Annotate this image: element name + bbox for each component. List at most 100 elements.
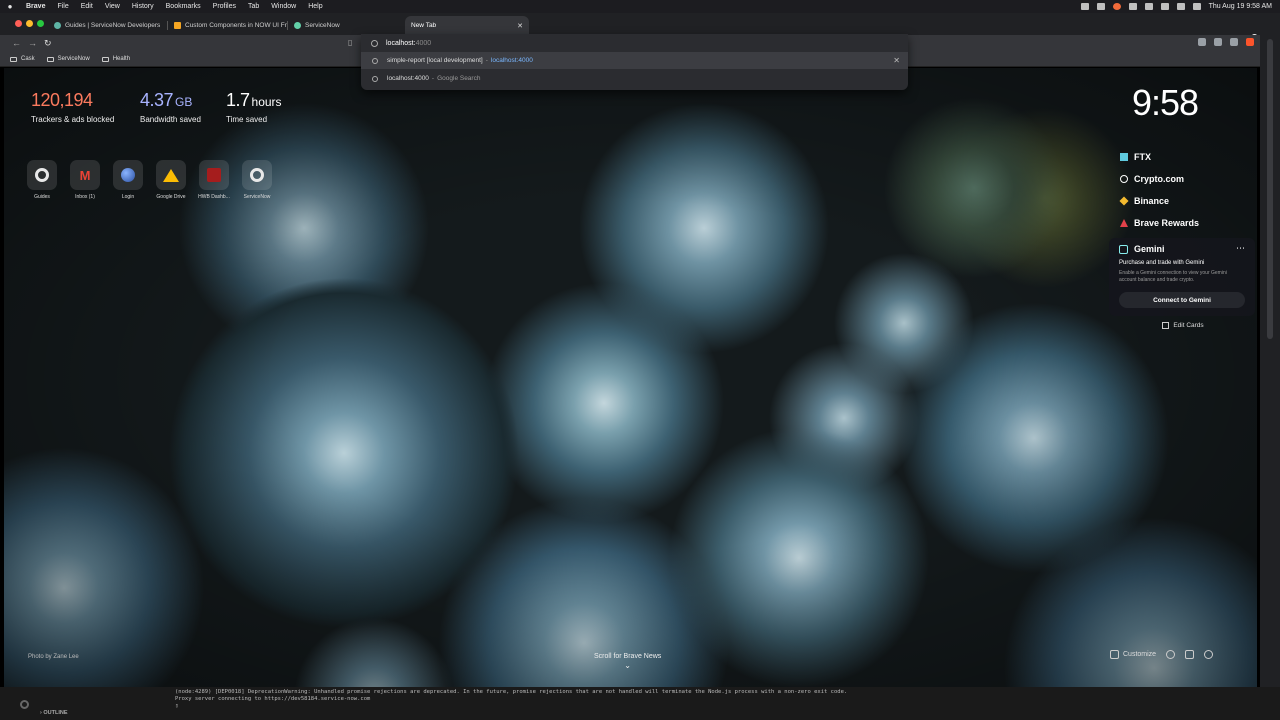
menu-profiles[interactable]: Profiles (207, 3, 242, 10)
menu-app[interactable]: Brave (20, 3, 51, 10)
photo-credit[interactable]: Photo by Zane Lee (28, 654, 79, 660)
zoom-window-icon[interactable] (37, 20, 44, 27)
suggestion-google-search[interactable]: localhost:4000 - Google Search (361, 70, 908, 87)
folder-icon (10, 56, 17, 62)
folder-icon (46, 56, 54, 62)
scroll-news-label: Scroll for Brave News (594, 653, 662, 660)
suggestion-url: localhost:4000 (490, 57, 533, 64)
terminal-line: Proxy server connecting to https://dev58… (175, 696, 371, 702)
connect-gemini-button[interactable]: Connect to Gemini (1119, 292, 1245, 308)
globe-icon (371, 39, 378, 47)
customize-icon (1110, 650, 1119, 659)
close-window-icon[interactable] (15, 20, 22, 27)
top-site-drive[interactable]: Google Drive (153, 160, 189, 200)
site-label: HWB Dashb... (198, 194, 230, 200)
time-caption: Time saved (226, 115, 268, 124)
bottom-controls: Customize (1110, 650, 1214, 659)
folder-icon (101, 56, 109, 62)
trackers-caption: Trackers & ads blocked (31, 115, 115, 124)
close-tab-icon[interactable]: ✕ (517, 22, 523, 30)
tab-servicenow[interactable]: ServiceNow (288, 16, 404, 35)
servicenow-favicon-icon (294, 22, 301, 29)
status-icon[interactable] (1080, 3, 1089, 10)
menu-history[interactable]: History (126, 3, 160, 10)
menu-file[interactable]: File (51, 3, 74, 10)
status-icon[interactable] (1144, 3, 1153, 10)
extension-icon[interactable] (1214, 38, 1222, 46)
brave-status-icon[interactable] (1112, 3, 1121, 10)
search-icon (372, 75, 378, 82)
more-options-icon[interactable]: ⋯ (1236, 243, 1245, 254)
top-sites: Guides M Inbox (1) Login Google Drive HW… (24, 160, 275, 200)
suggestion-local-dev[interactable]: simple-report [local development] - loca… (361, 52, 908, 69)
back-icon[interactable]: ← (12, 38, 21, 48)
scrollbar[interactable] (1260, 35, 1280, 687)
bluetooth-icon[interactable] (1160, 3, 1169, 10)
reload-icon[interactable]: ↻ (44, 38, 52, 49)
gear-icon[interactable] (20, 700, 29, 709)
menu-window[interactable]: Window (265, 3, 302, 10)
bookmark-label: Health (112, 56, 131, 62)
top-site-inbox[interactable]: M Inbox (1) (67, 160, 103, 200)
site-tile (113, 160, 143, 190)
settings-icon[interactable] (1166, 650, 1176, 659)
remove-suggestion-icon[interactable]: ✕ (893, 56, 900, 65)
gemini-subtitle: Purchase and trade with Gemini (1119, 260, 1205, 266)
extension-icon[interactable] (1198, 38, 1206, 46)
site-tile (27, 160, 57, 190)
apple-icon[interactable]: ● (0, 2, 20, 11)
gemini-card: Gemini ⋯ Purchase and trade with Gemini … (1109, 238, 1255, 316)
minimize-window-icon[interactable] (26, 20, 33, 27)
wifi-icon[interactable] (1176, 3, 1185, 10)
bandwidth-caption: Bandwidth saved (140, 115, 201, 124)
omnibox-input[interactable]: localhost: 4000 (361, 34, 908, 52)
card-tab-label: Brave Rewards (1134, 218, 1200, 228)
servicenow-logo-icon (35, 168, 49, 182)
trackers-count: 120,194 (31, 90, 93, 110)
status-icon[interactable] (1096, 3, 1105, 10)
top-site-servicenow[interactable]: ServiceNow (239, 160, 275, 200)
menu-edit[interactable]: Edit (75, 3, 99, 10)
card-tab-label: FTX (1134, 152, 1151, 162)
customize-button[interactable]: Customize (1110, 650, 1156, 659)
edit-cards-label: Edit Cards (1173, 322, 1204, 329)
card-tab-binance[interactable]: Binance (1109, 190, 1257, 212)
tab-new-tab[interactable]: New Tab ✕ (405, 16, 529, 35)
history-icon[interactable] (1204, 650, 1214, 659)
bookmark-icon[interactable]: ▯ (348, 38, 352, 47)
chevron-right-icon: › (40, 710, 42, 716)
top-site-login[interactable]: Login (110, 160, 146, 200)
bookmark-servicenow[interactable]: ServiceNow (46, 56, 90, 62)
top-site-guides[interactable]: Guides (24, 160, 60, 200)
menu-help[interactable]: Help (302, 3, 328, 10)
tab-strip: Guides | ServiceNow Developers Custom Co… (0, 13, 1280, 43)
status-area: Thu Aug 19 9:58 AM (1080, 0, 1272, 13)
card-tab-crypto[interactable]: Crypto.com (1109, 168, 1257, 190)
bookmarks-icon[interactable] (1185, 650, 1195, 659)
servicenow-favicon-icon (54, 22, 61, 29)
menubar-clock[interactable]: Thu Aug 19 9:58 AM (1209, 3, 1272, 10)
bookmark-cask[interactable]: Cask (10, 56, 35, 62)
menu-bookmarks[interactable]: Bookmarks (160, 3, 207, 10)
site-tile (242, 160, 272, 190)
control-center-icon[interactable] (1192, 3, 1201, 10)
menu-view[interactable]: View (99, 3, 126, 10)
tab-custom-components[interactable]: Custom Components in NOW UI Fr (168, 16, 288, 35)
forward-icon[interactable]: → (28, 38, 37, 48)
bookmark-health[interactable]: Health (101, 56, 131, 62)
extension-icon[interactable] (1230, 38, 1238, 46)
globe-icon (372, 57, 378, 64)
site-label: Inbox (1) (75, 194, 95, 200)
edit-cards-button[interactable]: Edit Cards (1109, 322, 1257, 329)
menu-tab[interactable]: Tab (242, 3, 265, 10)
brave-shields-icon[interactable] (1246, 38, 1254, 46)
card-tab-ftx[interactable]: FTX (1109, 146, 1257, 168)
status-icon[interactable] (1128, 3, 1137, 10)
top-site-hwb[interactable]: HWB Dashb... (196, 160, 232, 200)
stat-time-saved: 1.7 hours Time saved (226, 90, 282, 124)
tab-guides[interactable]: Guides | ServiceNow Developers (48, 16, 168, 35)
outline-section[interactable]: › OUTLINE (40, 710, 68, 716)
scroll-for-news[interactable]: Scroll for Brave News ⌄ (594, 653, 661, 670)
card-tab-rewards[interactable]: Brave Rewards (1109, 212, 1257, 234)
scrollbar-thumb[interactable] (1267, 39, 1273, 339)
